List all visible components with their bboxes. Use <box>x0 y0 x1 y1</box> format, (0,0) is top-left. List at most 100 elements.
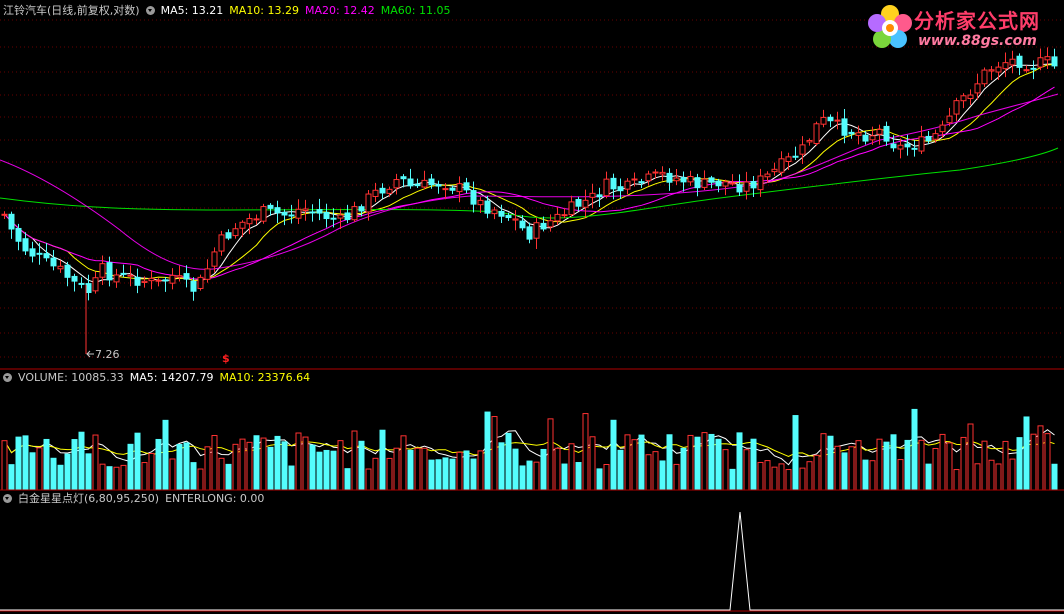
volume-bar <box>813 454 820 491</box>
candle <box>911 147 918 150</box>
volume-bar <box>715 438 722 491</box>
enterlong-line <box>0 511 1064 611</box>
candle <box>764 173 771 178</box>
volume-bar <box>57 464 64 491</box>
volume-bar <box>631 439 638 491</box>
volume-ma10-readout: MA10: 23376.64 <box>219 371 311 384</box>
candle <box>512 218 519 221</box>
candle <box>71 275 78 282</box>
candle <box>162 279 169 282</box>
volume-bar <box>491 416 498 491</box>
volume-bar <box>743 449 750 491</box>
volume-bar <box>722 449 729 491</box>
volume-bar <box>792 415 799 491</box>
volume-bar <box>932 448 939 491</box>
volume-bar <box>323 449 330 491</box>
volume-bar <box>505 432 512 491</box>
volume-bar <box>456 451 463 491</box>
enterlong-indicator <box>0 511 1064 611</box>
ma-line <box>4 86 1055 280</box>
volume-bar <box>113 466 120 491</box>
dropdown-icon[interactable] <box>3 373 12 382</box>
volume-bar <box>890 434 897 491</box>
candle <box>302 208 309 212</box>
volume-bar <box>316 451 323 491</box>
ma60-line <box>0 147 1059 219</box>
volume-bar <box>477 450 484 491</box>
candle <box>99 263 106 278</box>
candle <box>414 183 421 187</box>
candle <box>862 134 869 142</box>
volume-bar <box>442 457 449 491</box>
volume-bar <box>176 444 183 491</box>
volume-bar <box>750 438 757 491</box>
volume-bar <box>785 469 792 491</box>
candle <box>799 144 806 155</box>
volume-bar <box>463 450 470 491</box>
candle <box>589 192 596 198</box>
volume-bar <box>834 445 841 491</box>
candle <box>820 116 827 125</box>
candle <box>484 200 491 214</box>
candle <box>295 208 302 219</box>
candle <box>148 277 155 282</box>
candle <box>575 198 582 207</box>
candle <box>113 274 120 283</box>
site-logo: 分析家公式网 www.88gs.com <box>864 2 1060 54</box>
volume-bar <box>764 460 771 491</box>
stock-chart[interactable] <box>0 0 1064 614</box>
candle <box>694 177 701 189</box>
candle <box>617 186 624 192</box>
volume-bar <box>190 462 197 491</box>
dropdown-icon[interactable] <box>145 6 155 15</box>
volume-bar <box>134 432 141 491</box>
candle <box>568 201 575 216</box>
volume-bar <box>533 461 540 491</box>
volume-bar <box>967 423 974 491</box>
dropdown-icon[interactable] <box>3 494 12 503</box>
volume-bar <box>106 466 113 491</box>
volume-bar <box>50 457 57 491</box>
candle <box>8 213 15 230</box>
candle <box>631 178 638 181</box>
volume-header: VOLUME: 10085.33 MA5: 14207.79 MA10: 23376… <box>3 371 316 385</box>
volume-bar <box>1037 425 1044 491</box>
candle <box>456 183 463 193</box>
candle <box>337 214 344 219</box>
volume-bar <box>78 431 85 491</box>
candle <box>582 199 589 208</box>
volume-bar <box>1023 416 1030 491</box>
candle <box>603 178 610 197</box>
candle <box>505 215 512 219</box>
candle <box>428 178 435 186</box>
volume-bar <box>862 459 869 491</box>
candle <box>309 211 316 214</box>
candle <box>946 115 953 124</box>
flower-logo-icon <box>868 5 912 48</box>
candle <box>659 171 666 175</box>
volume-bar <box>379 429 386 491</box>
volume-bar <box>148 452 155 491</box>
candle <box>834 119 841 122</box>
candle <box>449 187 456 191</box>
volume-bar <box>988 459 995 491</box>
volume-bar <box>281 441 288 491</box>
volume-bar <box>904 439 911 491</box>
candle <box>323 211 330 220</box>
volume-bar <box>589 436 596 491</box>
candle <box>925 135 932 142</box>
volume-bar <box>1051 463 1058 491</box>
candle <box>652 171 659 174</box>
candle <box>827 116 834 122</box>
volume-bar <box>701 432 708 491</box>
volume-bar <box>1016 437 1023 491</box>
candle <box>638 181 645 184</box>
candle <box>197 276 204 289</box>
volume-bar <box>183 442 190 491</box>
candle <box>743 181 750 192</box>
volume-bar <box>918 439 925 491</box>
candle <box>134 276 141 286</box>
candle <box>722 181 729 187</box>
volume-bar <box>421 447 428 491</box>
volume-bar <box>820 433 827 491</box>
